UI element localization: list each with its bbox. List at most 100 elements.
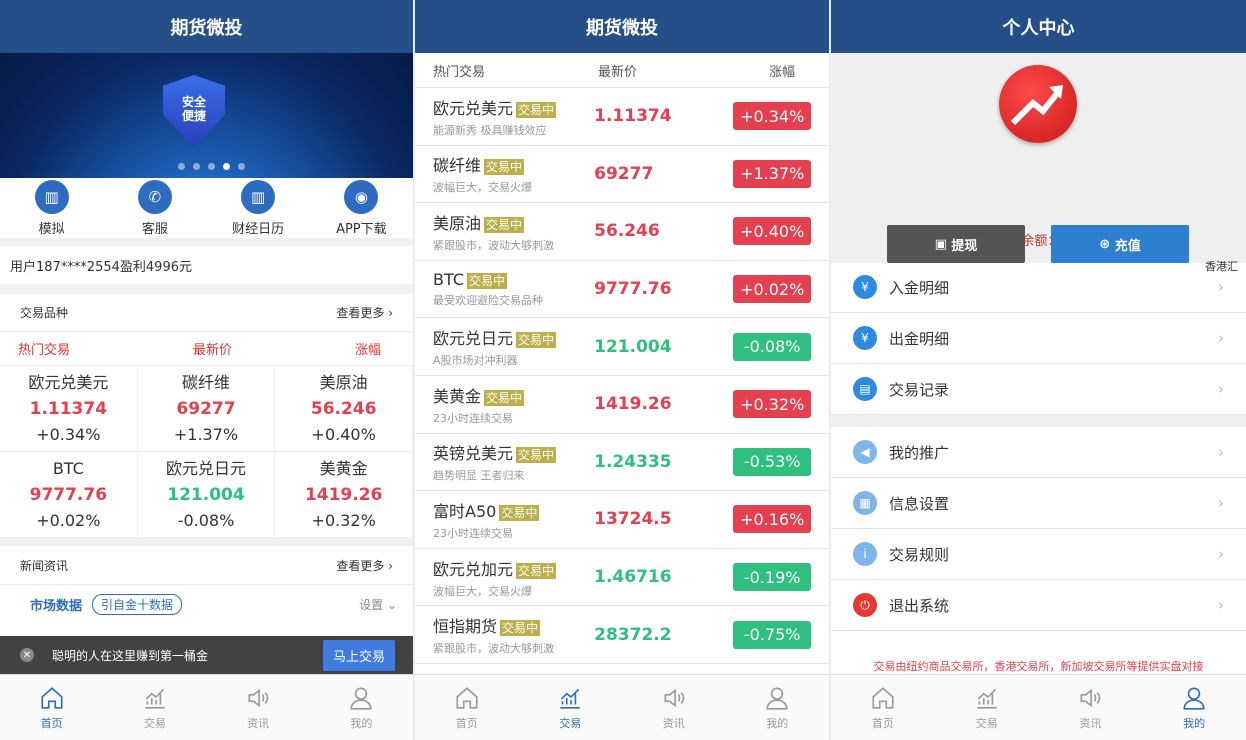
menu-trade-records[interactable]: ▤ 交易记录 ›: [831, 364, 1246, 415]
symbol-subtitle: 波幅巨大，交易火爆: [433, 181, 532, 195]
symbol-price: 28372.2: [594, 624, 672, 645]
info-icon: i: [853, 542, 877, 566]
nav-label: 我的: [766, 716, 789, 730]
nav-news[interactable]: 资讯: [622, 675, 726, 740]
nav-me[interactable]: 我的: [310, 675, 413, 740]
settings-dropdown[interactable]: 设置 ⌄: [359, 596, 397, 613]
quote-row[interactable]: 欧元兑日元 交易中 A股市场对冲利器 121.004 -0.08%: [415, 318, 829, 376]
carousel-dot[interactable]: [208, 163, 215, 170]
trade-now-button[interactable]: 马上交易: [322, 639, 395, 671]
nav-me[interactable]: 我的: [1142, 675, 1246, 740]
quote-row[interactable]: 美黄金 交易中 23小时连续交易 1419.26 +0.32%: [415, 376, 829, 434]
user-icon: [350, 686, 372, 710]
nav-home[interactable]: 首页: [831, 675, 935, 740]
menu-label: 出金明细: [889, 329, 950, 348]
nav-trade[interactable]: 交易: [103, 675, 206, 740]
symbol-name: 美原油: [433, 213, 482, 233]
quote-row[interactable]: 欧元兑加元 交易中 波幅巨大，交易火爆 1.46716 -0.19%: [415, 549, 829, 607]
carousel-dot[interactable]: [238, 163, 245, 170]
symbol-subtitle: 紧跟股市，波动大够刺激: [433, 238, 554, 252]
menu-my-promotion[interactable]: ◀ 我的推广 ›: [831, 427, 1246, 478]
fund-actions: ▣ 提现 ⊛ 充值: [887, 225, 1189, 263]
nav-news[interactable]: 资讯: [207, 675, 310, 740]
menu-info-settings[interactable]: ▦ 信息设置 ›: [831, 478, 1246, 529]
symbol-price: 69277: [176, 398, 236, 419]
quick-app-download[interactable]: ◉ APP下载: [310, 178, 413, 238]
toast-text: 聪明的人在这里赚到第一桶金: [52, 648, 209, 663]
close-icon[interactable]: ✕: [20, 648, 34, 662]
symbol-subtitle: 趋势明显 王者归来: [433, 469, 525, 483]
nav-trade[interactable]: 交易: [935, 675, 1039, 740]
quote-row[interactable]: 美原油 交易中 紧跟股市，波动大够刺激 56.246 +0.40%: [415, 203, 829, 261]
banner[interactable]: 安全 便捷: [0, 53, 413, 178]
quick-simulate[interactable]: ▥ 模拟: [0, 178, 103, 238]
quote-row[interactable]: 恒指期货 交易中 紧跟股市，波动大够刺激 28372.2 -0.75%: [415, 606, 829, 664]
symbol-name: 美原油: [319, 372, 368, 392]
symbol-price: 9777.76: [594, 279, 672, 300]
quick-service[interactable]: ✆ 客服: [103, 178, 206, 238]
recharge-label: 充值: [1114, 238, 1141, 254]
symbol-price: 9777.76: [29, 484, 108, 505]
menu-trade-rules[interactable]: i 交易规则 ›: [831, 529, 1246, 580]
shield-icon: 安全 便捷: [163, 75, 225, 147]
col-price: 最新价: [598, 64, 638, 80]
menu-withdraw-details[interactable]: ¥ 出金明细 ›: [831, 313, 1246, 364]
quote-row[interactable]: BTC 交易中 最受欢迎避险交易品种 9777.76 +0.02%: [415, 261, 829, 319]
megaphone-icon: ◀: [853, 440, 877, 464]
symbol-price: 1.24335: [594, 451, 672, 472]
quick-calendar[interactable]: ▥ 财经日历: [207, 178, 310, 238]
symbol-info: 恒指期货 交易中 紧跟股市，波动大够刺激: [433, 613, 594, 656]
more-link[interactable]: 查看更多 ›: [336, 304, 393, 321]
header-title: 期货微投: [0, 0, 413, 53]
trade-chart-icon: [976, 688, 997, 709]
carousel-dot[interactable]: [178, 163, 185, 170]
change-badge: +0.32%: [733, 390, 811, 419]
news-more-link[interactable]: 查看更多 ›: [336, 557, 393, 574]
symbol-subtitle: 波幅巨大，交易火爆: [433, 584, 532, 598]
quote-cell[interactable]: 欧元兑美元 1.11374 +0.34%: [0, 366, 138, 452]
nav-trade[interactable]: 交易: [519, 675, 623, 740]
carousel-dot[interactable]: [193, 163, 200, 170]
quote-cell[interactable]: 美原油 56.246 +0.40%: [275, 366, 413, 452]
quote-list: 欧元兑美元 交易中 能源新秀 极具赚钱效应 1.11374 +0.34% 碳纤维 交易中 波幅…: [415, 88, 829, 664]
symbol-change: +1.37%: [173, 424, 239, 444]
quote-row[interactable]: 富时A50 交易中 23小时连续交易 13724.5 +0.16%: [415, 491, 829, 549]
user-icon: [1183, 686, 1205, 710]
nav-label: 资讯: [662, 716, 685, 730]
symbol-price: 13724.5: [594, 509, 672, 530]
symbol-info: BTC 交易中 最受欢迎避险交易品种: [433, 270, 594, 308]
speaker-icon: [1080, 688, 1101, 707]
symbol-change: +0.34%: [36, 424, 101, 444]
trading-status-badge: 交易中: [516, 101, 557, 118]
quote-cell[interactable]: 欧元兑日元 121.004 -0.08%: [137, 452, 276, 538]
chevron-down-icon: ⌄: [386, 598, 397, 612]
symbol-subtitle: 23小时连续交易: [433, 526, 513, 540]
menu-logout[interactable]: ⏻ 退出系统 ›: [831, 580, 1246, 631]
carousel-dot-active[interactable]: [223, 163, 230, 170]
symbol-price: 1419.26: [304, 484, 383, 505]
quote-cell[interactable]: 美黄金 1419.26 +0.32%: [275, 452, 413, 538]
quote-row[interactable]: 英镑兑美元 交易中 趋势明显 王者归来 1.24335 -0.53%: [415, 434, 829, 492]
nav-me[interactable]: 我的: [726, 675, 830, 740]
profile-menu: ¥ 入金明细 › ¥ 出金明细 › ▤ 交易记录 › ◀ 我的推广 › ▦ 信息设置 › i 交易规则…: [831, 262, 1246, 631]
menu-deposit-details[interactable]: ¥ 入金明细 ›: [831, 262, 1246, 313]
deposit-icon: ¥: [853, 275, 877, 299]
quote-row[interactable]: 欧元兑美元 交易中 能源新秀 极具赚钱效应 1.11374 +0.34%: [415, 88, 829, 146]
nav-home[interactable]: 首页: [0, 675, 103, 740]
withdraw-label: 提现: [951, 238, 978, 254]
settings-icon: ▦: [853, 491, 877, 515]
nav-home[interactable]: 首页: [415, 675, 519, 740]
symbol-info: 美原油 交易中 紧跟股市，波动大够刺激: [433, 210, 594, 253]
recharge-button[interactable]: ⊛ 充值: [1051, 225, 1189, 263]
nav-label: 首页: [455, 716, 478, 730]
nav-news[interactable]: 资讯: [1039, 675, 1143, 740]
bottom-nav: 首页 交易 资讯 我的: [415, 674, 829, 740]
change-badge: -0.53%: [733, 447, 811, 476]
quote-cell[interactable]: BTC 9777.76 +0.02%: [0, 452, 138, 538]
quote-cell[interactable]: 碳纤维 69277 +1.37%: [137, 366, 276, 452]
withdraw-button[interactable]: ▣ 提现: [887, 225, 1025, 263]
bottom-nav: 首页 交易 资讯 我的: [0, 674, 413, 740]
symbol-info: 碳纤维 交易中 波幅巨大，交易火爆: [433, 152, 594, 195]
nav-label: 首页: [40, 716, 63, 730]
quote-row[interactable]: 碳纤维 交易中 波幅巨大，交易火爆 69277 +1.37%: [415, 146, 829, 204]
